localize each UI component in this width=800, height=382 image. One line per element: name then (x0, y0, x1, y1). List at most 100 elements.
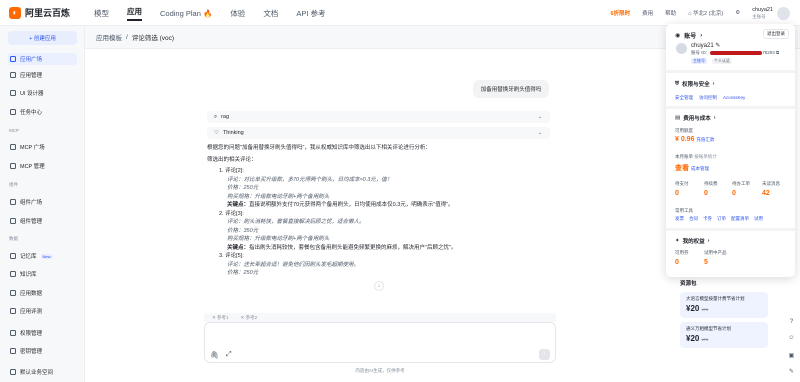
scroll-down-button[interactable]: ↓ (374, 281, 384, 291)
view-bill-link[interactable]: 查看 (675, 165, 689, 172)
edit-icon[interactable]: ✎ (715, 43, 720, 49)
month-bill: 本月账单 按账单统计 (675, 154, 717, 159)
globe-icon: ⌂ (688, 11, 692, 17)
reference-tab[interactable]: ✕ 参考1 (212, 315, 229, 321)
sidebar-item-app-square[interactable]: 应用广场 (8, 53, 77, 65)
recharge-link[interactable]: 充值汇款 (696, 137, 714, 142)
chat-input[interactable]: 🖇 ⤢ ↑ (204, 322, 556, 363)
tool-coupon[interactable]: 卡券 (703, 216, 712, 222)
link-access-control[interactable]: 访问控制 (699, 95, 717, 101)
link-help[interactable]: 帮助 (665, 9, 676, 17)
chevron-right-icon: › (712, 81, 715, 87)
link-fee[interactable]: 费用 (642, 9, 653, 17)
sidebar-item-ui-designer[interactable]: UI 设计器 (8, 87, 77, 99)
stat-tickets[interactable]: 待办工单 0 (732, 181, 750, 197)
nav-docs[interactable]: 文档 (263, 8, 278, 19)
assistant-answer: 根据您的问题"加备用替换牙刷头值得吗"，我从权威知识库中筛选出以下相关评论进行分… (207, 144, 547, 278)
task-icon (10, 109, 16, 115)
tools-label: 常用工具 (675, 208, 693, 213)
thinking-step[interactable]: ♡ Thinking ⌄ (207, 127, 550, 139)
tag-main-account: 主账号 (691, 58, 707, 64)
benefit-section-title[interactable]: ✦ 我的权益 › (675, 237, 709, 245)
data-icon (10, 290, 16, 296)
create-app-button[interactable]: + 创建应用 (8, 31, 77, 45)
shield-icon: ⛨ (675, 80, 680, 87)
send-button[interactable]: ↑ (539, 349, 550, 360)
account-id: 账号 ID： 78293 ⧉ (691, 50, 780, 55)
sidebar-item-mcp-manage[interactable]: MCP 管理 (8, 160, 77, 172)
paperclip-icon[interactable]: 🖇 (210, 351, 219, 359)
chevron-right-icon: › (713, 115, 716, 121)
cost-section-title[interactable]: ▤ 费用与成本 › (675, 114, 716, 122)
stat-trials[interactable]: 试用中产品 5 (704, 250, 727, 266)
resource-card[interactable]: 通义万相模型节省计划 ¥20 ¥70 (680, 322, 768, 348)
sidebar-item-app-eval[interactable]: 应用评测 (8, 305, 77, 317)
brand-logo[interactable]: ◐ 阿里云百炼 (9, 6, 70, 19)
perm-section-title[interactable]: ⛨ 权限与安全 › (675, 80, 715, 89)
sidebar-item-app-manage[interactable]: 应用管理 (8, 69, 77, 81)
sidebar-item-component-square[interactable]: 组件广场 (8, 196, 77, 208)
sidebar-item-app-data[interactable]: 应用数据 (8, 287, 77, 299)
sidebar-item-memory[interactable]: 记忆库 New (8, 250, 77, 262)
tool-invoice[interactable]: 发票 (675, 216, 684, 222)
sidebar-item-knowledge[interactable]: 知识库 (8, 268, 77, 280)
account-name: chuya21 ✎ (691, 43, 721, 49)
promo-banner[interactable]: 6折限时 (611, 9, 631, 17)
link-accesskey[interactable]: AccessKey (723, 95, 745, 101)
knowledge-icon (10, 271, 16, 277)
stat-pending-renew[interactable]: 待续费 0 (704, 181, 718, 197)
perm-links: 安全管理 访问控制 AccessKey (675, 95, 745, 101)
reference-tab[interactable]: ✕ 参考2 (241, 315, 258, 321)
stat-pending-pay[interactable]: 待支付 0 (675, 181, 689, 197)
feedback-icon[interactable]: ✎ (788, 368, 795, 375)
fire-icon: 🔥 (202, 8, 213, 18)
brand-name: 阿里云百炼 (25, 8, 71, 18)
nav-model[interactable]: 模型 (94, 8, 109, 19)
chevron-down-icon: ⌄ (537, 114, 542, 120)
cost-manage-link[interactable]: 成本管理 (691, 166, 709, 171)
resource-card[interactable]: 大语言模型按量计费节省计划 ¥20 ¥70 (680, 292, 768, 318)
user-menu[interactable]: chuya21 主账号 (752, 6, 790, 20)
sidebar-item-permission[interactable]: 权限管理 (8, 327, 77, 339)
eval-icon (10, 308, 16, 314)
sidebar-item-task-center[interactable]: 任务中心 (8, 106, 77, 118)
copy-icon[interactable]: ⧉ (776, 50, 779, 55)
breadcrumb-parent[interactable]: 应用模板 (96, 32, 122, 42)
arrow-up-icon: ↑ (543, 351, 546, 357)
tool-order[interactable]: 订单 (717, 216, 726, 222)
user-message: 加备用替换牙刷头值得吗 (473, 80, 549, 98)
nav-experience[interactable]: 体验 (230, 8, 245, 19)
logout-button[interactable]: 退出登录 (763, 29, 789, 39)
stat-messages[interactable]: 未读消息 42 (762, 181, 780, 197)
tool-contract[interactable]: 合同 (689, 216, 698, 222)
user-icon: ◉ (675, 33, 681, 39)
gift-icon: ✦ (675, 238, 680, 244)
help-icon[interactable]: ? (788, 319, 795, 326)
expand-icon[interactable]: ⤢ (226, 351, 232, 359)
tool-config[interactable]: 配置清单 (731, 216, 749, 222)
stat-coupons[interactable]: 可用券 0 (675, 250, 689, 266)
region-select[interactable]: ⌂ 华北2 (北京) (688, 9, 723, 17)
redaction-mark (710, 50, 763, 55)
grid-icon (10, 56, 16, 62)
sidebar-item-keys[interactable]: 密钥管理 (8, 345, 77, 357)
design-icon (10, 90, 16, 96)
chevron-down-icon: ⌄ (537, 130, 542, 136)
nav-coding-plan[interactable]: Coding Plan 🔥 (160, 9, 212, 18)
tool-trial[interactable]: 试用 (754, 216, 763, 222)
settings-icon[interactable]: ⚙ (735, 10, 740, 16)
link-security[interactable]: 安全管理 (675, 95, 693, 101)
top-right: 6折限时 费用 帮助 ⌂ 华北2 (北京) ⚙ chuya21 主账号 (611, 0, 790, 26)
apps-icon (10, 72, 16, 78)
sidebar-item-mcp-square[interactable]: MCP 广场 (8, 141, 77, 153)
sidebar-item-component-manage[interactable]: 组件管理 (8, 215, 77, 227)
chevron-right-icon: › (707, 238, 710, 244)
nav-app[interactable]: 应用 (127, 6, 142, 21)
tag-personal-cert: 个人认证 (712, 58, 732, 64)
app-icon[interactable]: ▣ (788, 352, 795, 359)
answer-intro: 根据您的问题"加备用替换牙刷头值得吗"，我从权威知识库中筛选出以下相关评论进行分… (207, 145, 431, 151)
account-popup: ◉ 账号 › 退出登录 chuya21 ✎ 账号 ID： 78293 ⧉ 主账号 个人… (666, 24, 795, 277)
rag-step[interactable]: ⌕ rag ⌄ (207, 111, 550, 123)
chat-icon[interactable]: ☺ (788, 335, 795, 342)
nav-api[interactable]: API 参考 (296, 8, 325, 19)
